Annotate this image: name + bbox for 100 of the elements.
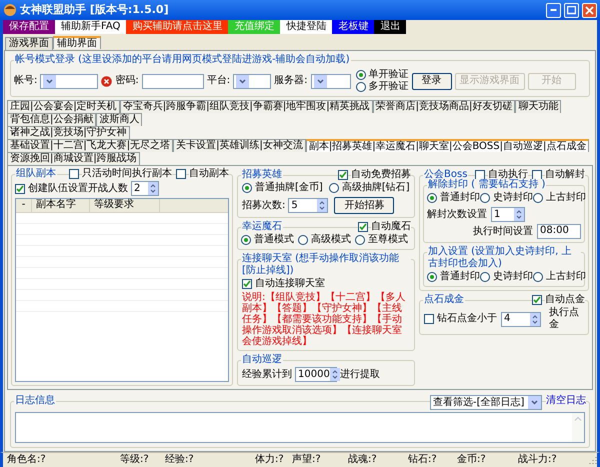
tab[interactable]: 诸神之战|竞技场|守护女神 [7, 126, 130, 139]
radio-button[interactable] [356, 82, 366, 92]
radio-button[interactable] [533, 193, 543, 203]
dropdown[interactable] [40, 74, 98, 88]
tab[interactable]: 辅助界面 [53, 36, 101, 49]
radio-button[interactable] [328, 183, 339, 193]
password-field[interactable] [142, 74, 204, 88]
number-field[interactable]: 5 [288, 198, 328, 213]
status-text: 钻石:? [408, 454, 438, 466]
tab[interactable]: 游戏界面 [5, 37, 53, 50]
tab[interactable]: 聊天功能 [515, 100, 562, 113]
tab[interactable]: 关卡设置|英雄训练|女神交流 [173, 139, 306, 152]
tab[interactable]: 波斯商人 [96, 113, 142, 126]
column-header[interactable]: 等级要求 [90, 199, 160, 212]
radio-label: 普通抽牌[金币] [255, 182, 323, 194]
number-field[interactable]: 10000 [295, 367, 337, 382]
maximize-button[interactable] [564, 2, 579, 18]
checkbox-label: 自动魔石 [371, 221, 411, 233]
tab[interactable]: 副本|招募英雄|幸运魔石|聊天室|公会BOSS|自动巡逻|点石成金 [306, 139, 590, 152]
field-label: 服务器: [274, 75, 308, 87]
tab[interactable]: 荣誉商店|竞技场商品|好友切磋 [372, 100, 516, 113]
radio-label: 单开验证 [368, 69, 408, 81]
group-title: 点石成金 [423, 294, 465, 306]
toolbar-button[interactable]: 购买辅助请点击这里 [126, 20, 228, 34]
radio-button[interactable] [355, 235, 365, 245]
toolbar-button[interactable]: 快捷登陆 [280, 20, 332, 34]
checkbox[interactable] [69, 169, 79, 179]
log-textarea[interactable] [15, 412, 585, 443]
group-title: 招募英雄 [241, 169, 283, 181]
tab[interactable]: 背包信息|公会捐献 [7, 113, 96, 126]
radio-label: 普通封印 [440, 271, 480, 283]
radio-label: 史诗封印 [493, 192, 533, 204]
toolbar-button[interactable]: 辅助新手FAQ [55, 20, 126, 34]
field-label: 执行点金 [549, 307, 580, 331]
checkbox[interactable] [358, 222, 368, 232]
column-header[interactable]: 副本名字 [32, 199, 90, 212]
time-field[interactable]: 08:00 [537, 224, 581, 239]
checkbox-label: 钻石点金小于 [437, 313, 497, 325]
field-label: 进行提取 [340, 368, 380, 380]
checkbox[interactable] [176, 169, 186, 179]
close-button[interactable] [582, 2, 597, 18]
group-title: 连接聊天室 (想手动操作取消该功能[防止掉线]) [241, 253, 411, 277]
radio-button[interactable] [533, 272, 543, 282]
group-title: 幸运魔石 [241, 221, 283, 233]
status-text: 战魂:? [348, 454, 378, 466]
tab[interactable]: 夺宝奇兵|跨服争霸|组队竞技|争霸赛|地牢围攻|精英挑战 [120, 100, 373, 113]
error-icon [101, 76, 112, 86]
radio-label: 高级模式 [311, 234, 351, 246]
checkbox-label: 创建队伍设置开战人数 [28, 182, 128, 194]
number-field[interactable]: 2 [131, 181, 159, 196]
radio-button[interactable] [480, 272, 490, 282]
radio-button[interactable] [242, 183, 252, 193]
tab[interactable]: 庄园|公会宴会|定时关机 [7, 100, 120, 113]
radio-label: 普通模式 [254, 234, 294, 246]
field-label: 招募次数: [242, 200, 286, 212]
checkbox-label: 自动点金 [545, 294, 585, 306]
field-label: 密码: [115, 75, 139, 87]
checkbox-label: 自动连接聊天室 [255, 278, 325, 290]
button[interactable]: 登录 [412, 72, 452, 90]
minimize-button[interactable] [546, 2, 561, 18]
group-title: 加入设置 (设置加入史诗封印, 上古封印也会加入) [427, 246, 581, 270]
number-field[interactable]: 4 [501, 312, 541, 326]
note-text: 说明:【组队竞技】【十二宫】【多人副本】【答题】【守护女神】【主线任务】【都需要该功能支持】【手动操作游戏取消该选项】【连接聊天室会使游戏掉线】 [242, 292, 406, 347]
status-text: 声望:? [292, 454, 322, 466]
dropdown[interactable] [233, 74, 272, 88]
checkbox[interactable] [338, 170, 348, 180]
group-title: 自动巡逻 [241, 354, 283, 366]
toolbar-button[interactable]: 退出 [374, 20, 406, 34]
checkbox-label: 自动解封 [545, 169, 585, 181]
checkbox[interactable] [424, 314, 434, 324]
checkbox[interactable] [242, 279, 252, 289]
checkbox[interactable] [532, 295, 542, 305]
toolbar-button[interactable]: 保存配置 [3, 20, 55, 34]
status-text: 等级:? [120, 454, 150, 466]
radio-button[interactable] [356, 70, 366, 80]
number-field[interactable]: 1 [491, 207, 525, 222]
window-title: 女神联盟助手 [版本号:1.5.0] [20, 4, 170, 16]
field-label: 帐号: [14, 75, 38, 87]
toolbar-button[interactable]: 老板键 [332, 20, 374, 34]
dropdown[interactable]: 查看筛选-[全部日志] [430, 395, 542, 410]
dropdown[interactable] [310, 74, 350, 88]
radio-button[interactable] [427, 272, 437, 282]
tab[interactable]: 资源挽回|商城设置|跨服战场 [7, 152, 140, 165]
status-text: 体力:? [255, 454, 285, 466]
radio-button[interactable] [427, 193, 437, 203]
checkbox[interactable] [475, 170, 485, 180]
button[interactable]: 开始招募 [334, 197, 394, 214]
radio-button[interactable] [241, 235, 251, 245]
field-label: 解封次数设置 [427, 208, 487, 220]
close-icon [585, 6, 594, 14]
tab[interactable]: 基础设置|十二宫|飞龙大赛|无尽之塔 [7, 139, 174, 152]
radio-label: 史诗封印 [493, 271, 533, 283]
radio-button[interactable] [298, 235, 308, 245]
radio-label: 普通封印 [440, 192, 480, 204]
group-title: 组队副本 [15, 168, 57, 180]
column-header[interactable]: - [16, 199, 32, 212]
radio-button[interactable] [480, 193, 490, 203]
checkbox[interactable] [15, 184, 25, 194]
checkbox[interactable] [532, 170, 542, 180]
field-label: 平台: [206, 75, 230, 87]
